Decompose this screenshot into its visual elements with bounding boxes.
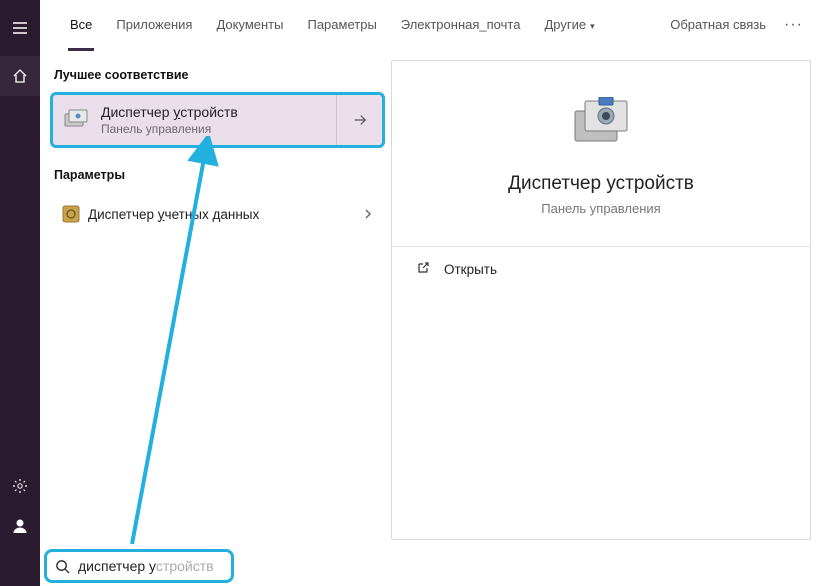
- expand-arrow-button[interactable]: [336, 95, 382, 145]
- open-label: Открыть: [444, 262, 497, 277]
- search-text: диспетчер устройств: [78, 558, 214, 574]
- tab-all[interactable]: Все: [58, 0, 104, 50]
- preview-panel: Диспетчер устройств Панель управления От…: [391, 60, 811, 540]
- preview-title: Диспетчер устройств: [414, 173, 788, 195]
- result-title: Диспетчер учетных данных: [88, 207, 351, 222]
- chevron-down-icon: ▾: [590, 21, 595, 31]
- section-best-match: Лучшее соответствие: [50, 60, 385, 92]
- more-options-button[interactable]: ···: [776, 16, 811, 34]
- feedback-link[interactable]: Обратная связь: [660, 17, 776, 32]
- search-panel: Все Приложения Документы Параметры Элект…: [40, 0, 823, 586]
- search-bar-area: диспетчер устройств: [40, 546, 823, 586]
- hamburger-menu-button[interactable]: [0, 0, 40, 56]
- results-column: Лучшее соответствие Диспетчер устройств …: [40, 60, 385, 586]
- preview-icon: [414, 97, 788, 149]
- result-device-manager[interactable]: Диспетчер устройств Панель управления: [50, 92, 385, 148]
- preview-subtitle: Панель управления: [414, 201, 788, 216]
- start-sidebar: [0, 0, 40, 586]
- open-icon: [416, 261, 430, 278]
- result-credential-manager[interactable]: Диспетчер учетных данных: [50, 192, 385, 236]
- user-button[interactable]: [0, 506, 40, 546]
- tab-documents[interactable]: Документы: [204, 0, 295, 50]
- preview-column: Диспетчер устройств Панель управления От…: [385, 60, 823, 586]
- tab-more[interactable]: Другие▾: [532, 0, 606, 50]
- search-icon: [55, 559, 70, 574]
- tab-apps[interactable]: Приложения: [104, 0, 204, 50]
- filter-tabs: Все Приложения Документы Параметры Элект…: [40, 0, 823, 50]
- section-settings: Параметры: [50, 160, 385, 192]
- tab-settings[interactable]: Параметры: [295, 0, 388, 50]
- credential-icon: [54, 205, 88, 223]
- result-subtitle: Панель управления: [101, 122, 336, 136]
- open-action[interactable]: Открыть: [414, 247, 788, 292]
- home-button[interactable]: [0, 56, 40, 96]
- result-title: Диспетчер устройств: [101, 104, 336, 120]
- tab-email[interactable]: Электронная_почта: [389, 0, 533, 50]
- settings-button[interactable]: [0, 466, 40, 506]
- expand-chevron[interactable]: [351, 208, 385, 220]
- device-manager-icon: [53, 108, 101, 132]
- search-input[interactable]: диспетчер устройств: [44, 549, 234, 583]
